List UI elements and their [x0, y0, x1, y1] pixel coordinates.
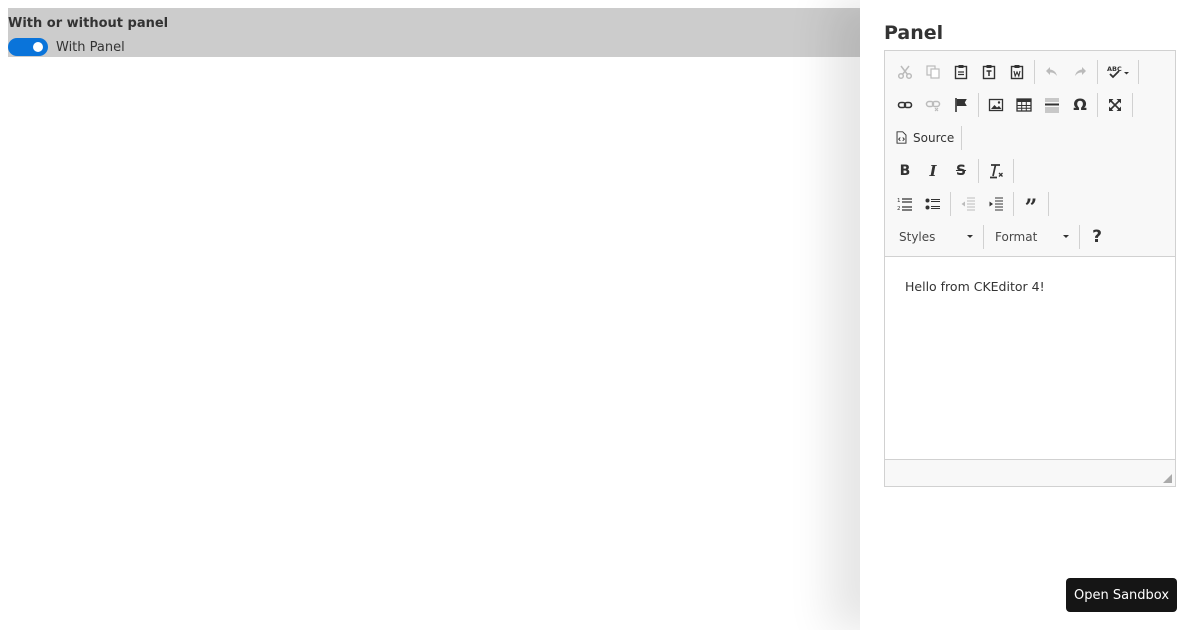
spellcheck-group: ABC: [1101, 59, 1139, 84]
table-icon[interactable]: [1010, 93, 1038, 117]
numbered-list-icon[interactable]: 12: [891, 192, 919, 216]
view-group: [1101, 92, 1133, 117]
chevron-down-icon: [1063, 235, 1069, 238]
svg-text:ABC: ABC: [1107, 65, 1122, 73]
editor-bottom-bar: [885, 459, 1175, 486]
link-icon[interactable]: [891, 93, 919, 117]
svg-text:1: 1: [897, 198, 901, 204]
toolbar-row-2: Ω: [891, 88, 1169, 121]
list-group: 12: [891, 191, 951, 216]
indent-group: [954, 191, 1014, 216]
top-bar: With or without panel With Panel: [8, 8, 860, 57]
blocks-group: ”: [1017, 191, 1049, 219]
toolbar-row-6: Styles Format ?: [891, 220, 1169, 253]
section-title: With or without panel: [8, 16, 169, 31]
toolbar-row-1: ABC: [891, 55, 1169, 88]
cleanup-group: [982, 158, 1014, 183]
undo-icon[interactable]: [1038, 60, 1066, 84]
panel-title: Panel: [884, 22, 944, 44]
help-icon[interactable]: ?: [1083, 225, 1111, 249]
redo-icon[interactable]: [1066, 60, 1094, 84]
panel-toggle-row: With Panel: [8, 38, 125, 56]
anchor-icon[interactable]: [947, 93, 975, 117]
toggle-label: With Panel: [56, 39, 125, 55]
cut-icon[interactable]: [891, 60, 919, 84]
format-label: Format: [995, 229, 1038, 244]
editor-toolbar: ABC Ω Source B I S 1 2 ” Styles Format ?: [885, 51, 1175, 257]
format-group: Format: [987, 224, 1080, 249]
format-dropdown[interactable]: Format: [987, 226, 1073, 248]
source-button[interactable]: Source: [891, 126, 958, 150]
blockquote-icon[interactable]: ”: [1017, 192, 1045, 219]
copy-icon[interactable]: [919, 60, 947, 84]
links-group: [891, 92, 979, 117]
paste-text-icon[interactable]: [975, 60, 1003, 84]
bold-icon[interactable]: B: [891, 159, 919, 183]
source-group: Source: [891, 125, 963, 150]
open-sandbox-button[interactable]: Open Sandbox: [1066, 578, 1177, 612]
unlink-icon[interactable]: [919, 93, 947, 117]
spellcheck-icon[interactable]: ABC: [1101, 60, 1135, 84]
outdent-icon[interactable]: [954, 192, 982, 216]
toolbar-row-5: 12 ”: [891, 187, 1169, 220]
indent-icon[interactable]: [982, 192, 1010, 216]
toggle-knob: [33, 42, 43, 52]
clipboard-group: [891, 59, 1035, 84]
styles-dropdown[interactable]: Styles: [891, 226, 977, 248]
basicstyles-group: B I S: [891, 158, 979, 183]
maximize-icon[interactable]: [1101, 93, 1129, 117]
ckeditor: ABC Ω Source B I S 1 2 ” Styles Format ?…: [884, 50, 1176, 487]
strike-icon[interactable]: S: [947, 159, 975, 183]
source-icon: [896, 131, 907, 144]
paste-icon[interactable]: [947, 60, 975, 84]
editor-content[interactable]: Hello from CKEditor 4!: [885, 257, 1175, 457]
toolbar-row-4: B I S: [891, 154, 1169, 187]
insert-group: Ω: [982, 92, 1098, 117]
italic-icon[interactable]: I: [919, 159, 947, 183]
svg-text:2: 2: [897, 206, 901, 212]
resize-handle-icon[interactable]: [1163, 474, 1172, 483]
history-group: [1038, 59, 1098, 84]
paste-word-icon[interactable]: [1003, 60, 1031, 84]
styles-group: Styles: [891, 224, 984, 249]
chevron-down-icon: [967, 235, 973, 238]
about-group: ?: [1083, 225, 1114, 249]
source-label: Source: [913, 130, 955, 145]
content-paragraph: Hello from CKEditor 4!: [905, 279, 1045, 294]
horizontal-rule-icon[interactable]: [1038, 93, 1066, 117]
remove-format-icon[interactable]: [982, 159, 1010, 183]
image-icon[interactable]: [982, 93, 1010, 117]
styles-label: Styles: [899, 229, 936, 244]
with-panel-toggle[interactable]: [8, 38, 48, 56]
toolbar-row-3: Source: [891, 121, 1169, 154]
special-char-icon[interactable]: Ω: [1066, 93, 1094, 117]
side-panel: Panel ABC Ω Source B I S 1 2 ” Styles Fo…: [860, 0, 1200, 630]
bulleted-list-icon[interactable]: [919, 192, 947, 216]
